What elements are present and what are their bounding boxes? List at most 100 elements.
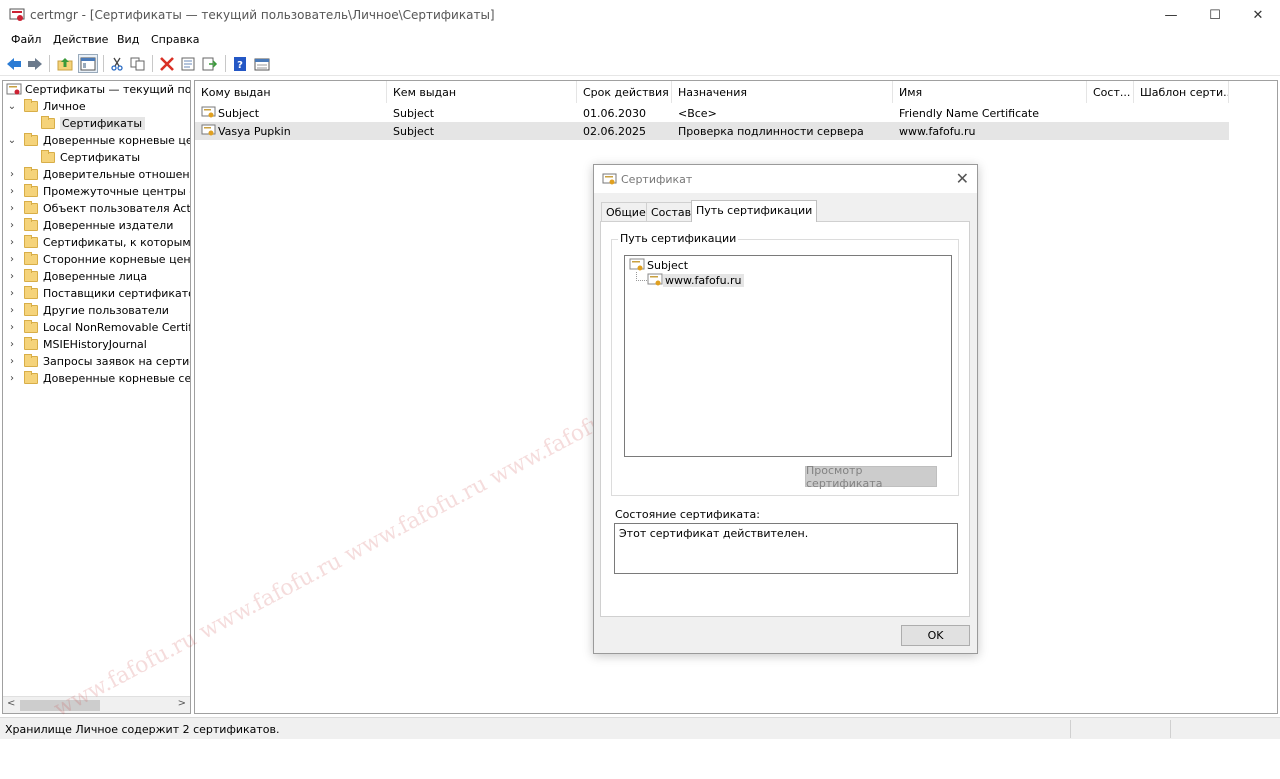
column-header-status[interactable]: Сост... — [1087, 81, 1134, 103]
tree-root[interactable]: Сертификаты — текущий пользо — [6, 81, 190, 98]
back-button[interactable] — [4, 54, 24, 73]
folder-icon — [24, 235, 38, 248]
copy-button[interactable] — [128, 54, 148, 73]
view-icon — [254, 58, 270, 70]
scrollbar-thumb[interactable] — [20, 700, 100, 711]
cut-button[interactable] — [107, 54, 127, 73]
tree-item[interactable]: › Объект пользователя Active Dir — [6, 200, 191, 217]
dialog-close-icon[interactable]: ✕ — [956, 169, 969, 188]
certification-path-tree[interactable]: Subject www.fafofu.ru — [624, 255, 952, 457]
tree-horizontal-scrollbar[interactable]: < > — [3, 696, 190, 713]
column-header-expiration[interactable]: Срок действия — [577, 81, 672, 103]
column-header-purposes[interactable]: Назначения — [672, 81, 893, 103]
column-header-issued-by[interactable]: Кем выдан — [387, 81, 577, 103]
chevron-right-icon[interactable]: › — [6, 254, 18, 265]
title-bar: certmgr - [Сертификаты — текущий пользов… — [0, 0, 1280, 30]
table-cell-issued-to: Subject — [218, 107, 260, 120]
status-bar-separator — [1170, 720, 1171, 738]
column-header-label: Сост... — [1093, 86, 1131, 99]
view-certificate-button[interactable]: Просмотр сертификата — [805, 464, 937, 490]
scroll-right-icon[interactable]: > — [178, 698, 186, 709]
chevron-down-icon[interactable]: ⌄ — [6, 101, 18, 112]
menu-action[interactable]: Действие — [53, 33, 108, 46]
group-label: Путь сертификации — [618, 232, 739, 245]
tree-item-label: Объект пользователя Active Dir — [43, 202, 191, 215]
chevron-down-icon[interactable]: ⌄ — [6, 135, 18, 146]
up-button[interactable] — [55, 54, 75, 73]
folder-icon — [24, 286, 38, 299]
scroll-left-icon[interactable]: < — [7, 698, 15, 709]
column-header-label: Шаблон серти... — [1140, 86, 1229, 99]
tree-item[interactable]: › Запросы заявок на сертифика — [6, 353, 190, 370]
tree-item[interactable]: ⌄ Личное — [6, 98, 86, 115]
back-arrow-icon — [7, 57, 21, 70]
forward-button[interactable] — [25, 54, 45, 73]
tree-item[interactable]: › Доверительные отношения — [6, 166, 190, 183]
tab-general[interactable]: Общие — [601, 202, 651, 221]
close-icon: ✕ — [1252, 7, 1264, 23]
tree-item[interactable]: › Доверенные лица — [6, 268, 147, 285]
tree-item[interactable]: › Сторонние корневые центры — [6, 251, 190, 268]
properties-button[interactable] — [178, 54, 198, 73]
certificate-icon — [647, 273, 663, 286]
maximize-button[interactable]: ☐ — [1192, 0, 1238, 30]
chevron-right-icon[interactable]: › — [6, 356, 18, 367]
chevron-right-icon[interactable]: › — [6, 237, 18, 248]
minimize-button[interactable]: — — [1148, 0, 1194, 30]
column-header-name[interactable]: Имя — [893, 81, 1087, 103]
tree-item[interactable]: › Другие пользователи — [6, 302, 169, 319]
tree-item[interactable]: ⌄ Доверенные корневые центры — [6, 132, 190, 149]
tree-item[interactable]: › Поставщики сертификатов — [6, 285, 190, 302]
tree-item[interactable]: Сертификаты — [41, 115, 146, 132]
tree-item[interactable]: › Доверенные корневые сертиф — [6, 370, 190, 387]
properties-icon — [181, 57, 195, 70]
toolbar-separator — [103, 55, 104, 72]
tree-item-label: Доверенные корневые центры — [43, 134, 190, 147]
chevron-right-icon[interactable]: › — [6, 305, 18, 316]
folder-icon — [24, 252, 38, 265]
delete-icon — [160, 56, 174, 71]
export-button[interactable] — [200, 54, 220, 73]
chevron-right-icon[interactable]: › — [6, 203, 18, 214]
maximize-icon: ☐ — [1209, 7, 1221, 23]
view-button[interactable] — [252, 54, 272, 73]
column-header-issued-to[interactable]: Кому выдан ^ — [195, 81, 387, 103]
menu-file[interactable]: Файл — [11, 33, 41, 46]
path-node-root[interactable]: Subject — [629, 258, 690, 272]
chevron-right-icon[interactable]: › — [6, 322, 18, 333]
close-button[interactable]: ✕ — [1235, 0, 1280, 30]
chevron-right-icon[interactable]: › — [6, 186, 18, 197]
tree-pane[interactable]: Сертификаты — текущий пользо ⌄ Личное Серт… — [2, 80, 191, 714]
menu-help[interactable]: Справка — [151, 33, 199, 46]
forward-arrow-icon — [28, 57, 42, 70]
ok-button[interactable]: OK — [901, 625, 970, 646]
tree-item[interactable]: › MSIEHistoryJournal — [6, 336, 147, 353]
certificate-status-textbox[interactable]: Этот сертификат действителен. — [614, 523, 958, 574]
tab-certification-path[interactable]: Путь сертификации — [691, 200, 818, 222]
path-node-leaf[interactable]: www.fafofu.ru — [647, 273, 744, 287]
column-header-template[interactable]: Шаблон серти... — [1134, 81, 1229, 103]
tree-item[interactable]: Сертификаты — [41, 149, 140, 166]
tree-item[interactable]: › Local NonRemovable Certificates — [6, 319, 190, 336]
tree-item[interactable]: › Сертификаты, к которым нет до — [6, 234, 190, 251]
menu-view[interactable]: Вид — [117, 33, 139, 46]
show-hide-tree-button[interactable] — [78, 54, 98, 73]
chevron-right-icon[interactable]: › — [6, 271, 18, 282]
table-row[interactable]: Vasya Pupkin Subject 02.06.2025 Проверка по… — [195, 122, 1229, 140]
minimize-icon: — — [1164, 7, 1178, 23]
chevron-right-icon[interactable]: › — [6, 169, 18, 180]
tree-item[interactable]: › Доверенные издатели — [6, 217, 173, 234]
tab-details[interactable]: Состав — [646, 202, 697, 221]
delete-button[interactable] — [157, 54, 177, 73]
chevron-right-icon[interactable]: › — [6, 288, 18, 299]
chevron-right-icon[interactable]: › — [6, 220, 18, 231]
chevron-right-icon[interactable]: › — [6, 373, 18, 384]
folder-icon — [41, 150, 55, 163]
toolbar: ? — [0, 51, 1280, 76]
tree-item[interactable]: › Промежуточные центры сертиф — [6, 183, 190, 200]
folder-icon — [24, 184, 38, 197]
help-button[interactable]: ? — [230, 54, 250, 73]
table-row[interactable]: Subject Subject 01.06.2030 <Все> Friendly Na… — [195, 104, 1229, 122]
column-header-label: Кому выдан — [201, 86, 271, 99]
chevron-right-icon[interactable]: › — [6, 339, 18, 350]
